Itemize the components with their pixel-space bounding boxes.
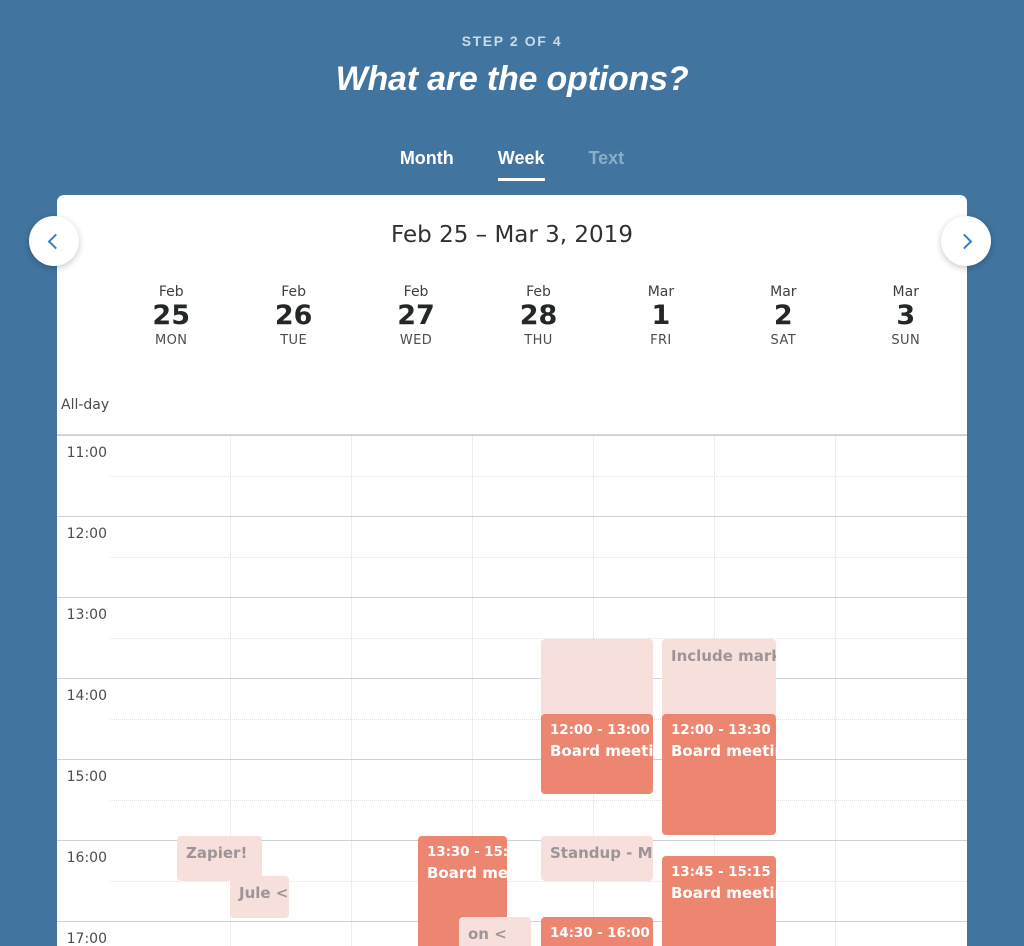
- hour-gridline: [57, 516, 967, 517]
- hour-label: 13:00: [66, 607, 107, 623]
- hour-label: 17:00: [66, 931, 107, 946]
- tab-week[interactable]: Week: [497, 148, 545, 181]
- chevron-left-icon: [47, 233, 64, 249]
- hour-label: 15:00: [66, 769, 107, 785]
- day-number: 28: [519, 300, 558, 331]
- tab-month[interactable]: Month: [400, 148, 454, 181]
- event-title: Include market: [671, 647, 776, 665]
- time-gutter-spacer: [57, 278, 110, 376]
- event-title: Board meeting: [671, 884, 776, 903]
- all-day-label: All-day: [61, 397, 110, 413]
- day-header-mon[interactable]: Feb 25 MON: [110, 278, 232, 376]
- hour-label: 16:00: [66, 850, 107, 866]
- day-header-row: Feb 25 MON Feb 26 TUE Feb 27 WED Feb 28 …: [57, 278, 967, 376]
- event-time: 12:00 - 13:00: [550, 722, 650, 738]
- day-weekday: TUE: [280, 332, 308, 348]
- calendar-event[interactable]: [541, 639, 653, 719]
- day-header-wed[interactable]: Feb 27 WED: [355, 278, 477, 376]
- half-hour-gridline: [110, 475, 967, 477]
- day-number: 3: [896, 300, 916, 331]
- day-header-fri[interactable]: Mar 1 FRI: [600, 278, 722, 376]
- event-title: Jule < >: [239, 884, 289, 902]
- calendar-event[interactable]: 12:00 - 13:30 Board meeting: [662, 714, 776, 835]
- day-header-thu[interactable]: Feb 28 THU: [477, 278, 599, 376]
- half-hour-gridline: [110, 799, 967, 801]
- chevron-right-icon: [956, 233, 973, 249]
- day-number: 1: [651, 300, 671, 331]
- hour-label: 14:00: [66, 688, 107, 704]
- calendar-event[interactable]: Standup - Meet: [541, 836, 653, 881]
- event-time: 13:30 - 15:00: [427, 844, 507, 860]
- event-time: 13:45 - 15:15: [671, 864, 771, 880]
- day-month-label: Mar: [647, 284, 675, 300]
- page-title: What are the options?: [335, 60, 689, 98]
- event-title: Standup - Meet: [550, 844, 653, 862]
- half-hour-gridline: [110, 637, 967, 639]
- event-title: Board meet: [427, 864, 507, 883]
- day-weekday: SUN: [891, 332, 921, 348]
- day-month-label: Feb: [403, 284, 429, 300]
- calendar-event[interactable]: Include market: [662, 639, 776, 719]
- calendar-event[interactable]: on <: [459, 917, 531, 946]
- hour-gridline: [57, 759, 967, 760]
- day-number: 26: [274, 300, 313, 331]
- day-weekday: SAT: [770, 332, 797, 348]
- event-title: Board meeting: [550, 742, 653, 761]
- calendar-event[interactable]: Zapier!: [177, 836, 262, 881]
- hour-label: 12:00: [66, 526, 107, 542]
- day-month-label: Mar: [892, 284, 919, 300]
- day-weekday: MON: [155, 332, 188, 348]
- hour-label: 11:00: [66, 445, 107, 461]
- day-header-tue[interactable]: Feb 26 TUE: [232, 278, 354, 376]
- half-hour-gridline: [110, 556, 967, 558]
- day-number: 2: [773, 300, 793, 331]
- day-header-sun[interactable]: Mar 3 SUN: [845, 278, 967, 376]
- column-divider: [835, 435, 836, 946]
- day-month-label: Feb: [526, 284, 551, 300]
- day-number: 27: [397, 300, 435, 331]
- half-hour-gridline: [110, 718, 967, 720]
- day-month-label: Feb: [158, 284, 184, 300]
- day-weekday: WED: [399, 332, 433, 348]
- day-header-sat[interactable]: Mar 2 SAT: [722, 278, 844, 376]
- all-day-row[interactable]: All-day: [57, 381, 967, 435]
- next-week-button[interactable]: [941, 216, 991, 266]
- hour-gridline: [57, 435, 967, 436]
- calendar-event[interactable]: 12:00 - 13:00 Board meeting: [541, 714, 653, 794]
- event-title: on <: [468, 925, 507, 943]
- wizard-page: STEP 2 OF 4 What are the options? Month …: [0, 0, 1024, 946]
- day-month-label: Mar: [770, 284, 797, 300]
- day-weekday: FRI: [650, 332, 672, 348]
- day-number: 25: [152, 300, 190, 331]
- calendar-card: Feb 25 – Mar 3, 2019 Feb 25 MON Feb 26 T…: [57, 195, 967, 946]
- date-range-title: Feb 25 – Mar 3, 2019: [391, 222, 633, 248]
- calendar-event[interactable]: 14:30 - 16:00Board meeting: [541, 917, 653, 946]
- column-divider: [351, 435, 352, 946]
- previous-week-button[interactable]: [29, 216, 79, 266]
- day-weekday: THU: [524, 332, 553, 348]
- event-time: 12:00 - 13:30: [671, 722, 771, 738]
- event-title: Zapier!: [186, 844, 248, 862]
- event-time: 14:30 - 16:00: [550, 925, 650, 941]
- calendar-event[interactable]: Jule < >: [230, 876, 289, 918]
- hour-gridline: [57, 597, 967, 598]
- hour-gridline: [57, 678, 967, 679]
- time-grid[interactable]: 11:00 12:00 13:00 14:00 15:00 16:00 17:00 Inclu…: [57, 435, 967, 946]
- day-month-label: Feb: [281, 284, 307, 300]
- event-title: Board meeting: [671, 742, 776, 761]
- calendar-event[interactable]: 13:45 - 15:15 Board meeting: [662, 856, 776, 946]
- view-mode-tabs: Month Week Text: [0, 148, 1024, 181]
- tab-text[interactable]: Text: [589, 148, 625, 181]
- step-label: STEP 2 OF 4: [461, 33, 563, 49]
